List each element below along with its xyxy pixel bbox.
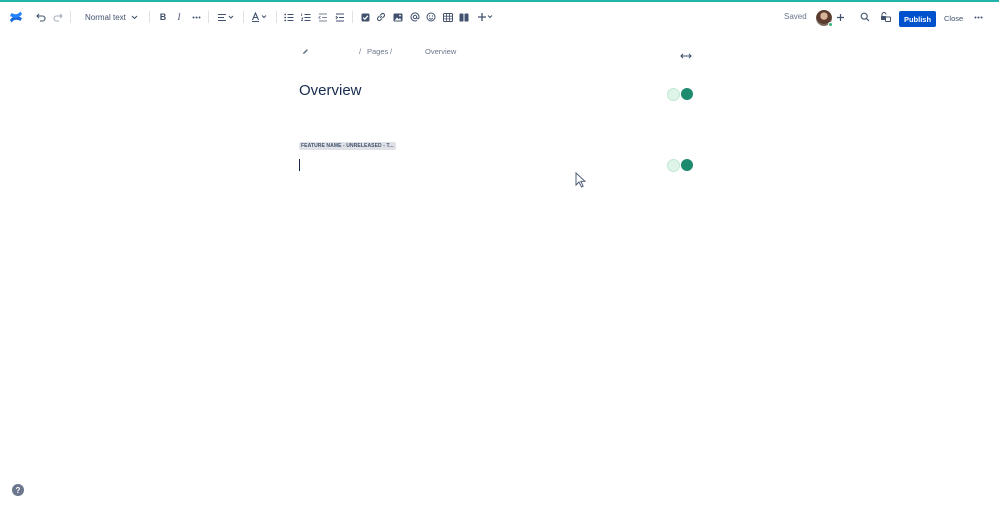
edit-pencil-icon[interactable] (302, 48, 309, 60)
text-color-icon[interactable] (251, 9, 268, 25)
collaborator-avatar (667, 159, 680, 172)
toolbar-separator (149, 11, 150, 23)
saved-status: Saved (784, 12, 807, 21)
undo-icon[interactable] (36, 9, 46, 25)
chevron-down-icon (131, 13, 138, 22)
action-item-icon[interactable] (360, 9, 370, 25)
numbered-list-icon[interactable] (301, 9, 311, 25)
toolbar-separator (352, 11, 353, 23)
redo-icon[interactable] (53, 9, 63, 25)
editor-toolbar: Normal text B I Saved Publish Close (0, 2, 999, 32)
search-icon[interactable] (860, 9, 870, 25)
text-style-dropdown[interactable]: Normal text (80, 9, 138, 25)
link-icon[interactable] (376, 9, 386, 25)
mouse-pointer-icon (575, 172, 587, 188)
close-button[interactable]: Close (944, 14, 963, 23)
insert-icon[interactable] (477, 9, 494, 25)
collaborators-presence[interactable] (667, 87, 694, 101)
breadcrumb-item-overview[interactable]: Overview (425, 47, 456, 59)
toolbar-separator (70, 11, 71, 23)
page-title[interactable]: Overview (299, 82, 362, 99)
help-button[interactable]: ? (12, 484, 24, 496)
italic-icon[interactable]: I (174, 9, 184, 25)
outdent-icon[interactable] (318, 9, 328, 25)
toolbar-separator (208, 11, 209, 23)
breadcrumb-item-pages[interactable]: Pages (367, 47, 388, 59)
image-icon[interactable] (393, 9, 403, 25)
indent-icon[interactable] (335, 9, 345, 25)
bullet-list-icon[interactable] (284, 9, 294, 25)
emoji-icon[interactable] (426, 9, 436, 25)
add-collaborator-icon[interactable] (835, 9, 845, 25)
collaborator-avatar (680, 87, 694, 101)
collaborators-presence[interactable] (667, 158, 694, 172)
table-icon[interactable] (443, 9, 453, 25)
publish-button[interactable]: Publish (899, 11, 936, 27)
mention-icon[interactable] (410, 9, 420, 25)
restrictions-icon[interactable] (879, 9, 891, 25)
collaborator-avatar (680, 158, 694, 172)
more-icon[interactable] (973, 9, 983, 25)
more-formatting-icon[interactable] (191, 9, 201, 25)
breadcrumb-separator: / (390, 47, 393, 56)
toolbar-separator (276, 11, 277, 23)
breadcrumb-separator: / (359, 47, 362, 56)
full-width-toggle-icon[interactable] (680, 48, 692, 59)
bold-icon[interactable]: B (158, 9, 168, 25)
align-icon[interactable] (217, 9, 235, 25)
text-style-label: Normal text (85, 12, 126, 22)
text-cursor (299, 159, 300, 171)
toolbar-separator (243, 11, 244, 23)
status-badge[interactable]: FEATURE NAME - UNRELEASED - T... (299, 142, 396, 150)
collaborator-avatar (667, 88, 680, 101)
online-status-icon (828, 22, 833, 27)
confluence-logo-icon[interactable] (9, 9, 23, 25)
layouts-icon[interactable] (459, 9, 469, 25)
